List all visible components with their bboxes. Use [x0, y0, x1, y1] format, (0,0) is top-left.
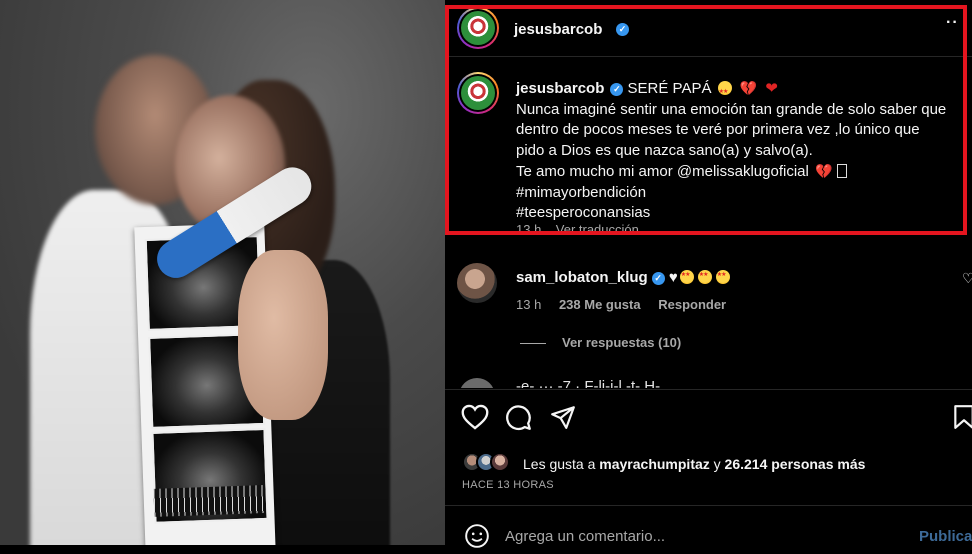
star-eyes-emoji-icon	[679, 270, 694, 284]
post-time-ago: HACE 13 HORAS	[462, 479, 554, 491]
broken-heart-emoji-icon: 💔	[815, 163, 833, 179]
comment-text: sam_lobaton_klug ✓ ♥	[516, 269, 732, 286]
likes-count[interactable]: 26.214 personas más	[725, 456, 866, 472]
ultrasound-wave	[153, 485, 265, 517]
comment-heart-text: ♥	[668, 269, 678, 286]
add-comment-bar: Agrega un comentario... Publicar	[445, 515, 972, 548]
view-replies-button[interactable]: Ver respuestas (10)	[520, 335, 681, 350]
missing-glyph-icon	[837, 164, 848, 178]
add-comment-input[interactable]: Agrega un comentario...	[505, 528, 665, 545]
photo-hand	[238, 250, 328, 420]
caption-line: Te amo mucho mi amor @melissaklugoficial	[516, 163, 809, 180]
emoji-smiley-icon[interactable]	[464, 523, 490, 554]
star-eyes-emoji-icon	[697, 270, 712, 284]
post-photo	[0, 0, 445, 545]
comment-bubble-icon[interactable]	[505, 404, 532, 431]
verified-icon: ✓	[616, 23, 629, 36]
caption-line: pido a Dios es que nazca sano(a) y salvo…	[516, 141, 813, 159]
caption-author-username[interactable]: jesusbarcob	[516, 80, 604, 97]
verified-icon: ✓	[651, 271, 665, 285]
likes-text[interactable]: Les gusta a mayrachumpitaz y 26.214 pers…	[523, 456, 865, 472]
author-avatar[interactable]	[457, 7, 499, 49]
likes-prefix: Les gusta a	[523, 456, 596, 472]
view-replies-label: Ver respuestas (10)	[562, 335, 682, 350]
save-bookmark-icon[interactable]	[953, 404, 972, 430]
likes-middle: y	[713, 456, 721, 472]
like-heart-icon[interactable]	[461, 404, 489, 430]
caption-text: jesusbarcob ✓ SERÉ PAPÁ 💔 ❤ Nunca imaginé…	[516, 78, 961, 224]
post-header: jesusbarcob ✓	[457, 7, 967, 49]
footer-divider	[445, 505, 972, 506]
more-options-icon[interactable]: ··	[946, 14, 959, 32]
header-divider	[445, 56, 972, 57]
hashtag-link[interactable]: #mimayorbendición	[516, 184, 646, 201]
broken-heart-emoji-icon: 💔	[739, 80, 758, 96]
replies-dash	[520, 343, 546, 345]
comment-time: 13 h	[516, 297, 542, 312]
author-username[interactable]: jesusbarcob	[514, 21, 602, 38]
caption-line: dentro de pocos meses te veré por primer…	[516, 121, 920, 138]
caption-author-avatar[interactable]	[457, 72, 499, 114]
post-actions	[445, 390, 972, 440]
red-heart-emoji-icon: ❤	[765, 80, 778, 97]
share-paper-plane-icon[interactable]	[550, 404, 576, 430]
liker-avatar[interactable]	[490, 452, 510, 472]
likes-summary: Les gusta a mayrachumpitaz y 26.214 pers…	[462, 452, 962, 474]
commenter-avatar[interactable]	[457, 263, 497, 303]
comment-like-heart-icon[interactable]: ♡	[962, 270, 972, 287]
caption-line: Nunca imaginé sentir una emoción tan gra…	[516, 100, 947, 118]
comment-meta: 13 h 238 Me gusta Responder	[516, 297, 740, 312]
commenter-avatar	[459, 378, 495, 388]
post-comment-button[interactable]: Publicar	[919, 528, 972, 545]
hashtag-link[interactable]: #teesperoconansias	[516, 204, 650, 221]
caption-title: SERÉ PAPÁ	[627, 80, 712, 97]
star-eyes-emoji-icon	[715, 270, 730, 284]
comment-likes[interactable]: 238 Me gusta	[559, 297, 641, 312]
star-eyes-emoji-icon	[717, 81, 732, 103]
likes-user[interactable]: mayrachumpitaz	[599, 456, 709, 472]
caption-meta-clip	[449, 231, 963, 241]
partial-comment-text: -e- ··· -7 · F-li-i-l -t- H-	[516, 378, 661, 388]
partially-visible-comment: -e- ··· -7 · F-li-i-l -t- H-	[457, 376, 797, 388]
verified-icon: ✓	[610, 82, 624, 96]
reply-button[interactable]: Responder	[658, 297, 726, 312]
commenter-username[interactable]: sam_lobaton_klug	[516, 269, 648, 286]
